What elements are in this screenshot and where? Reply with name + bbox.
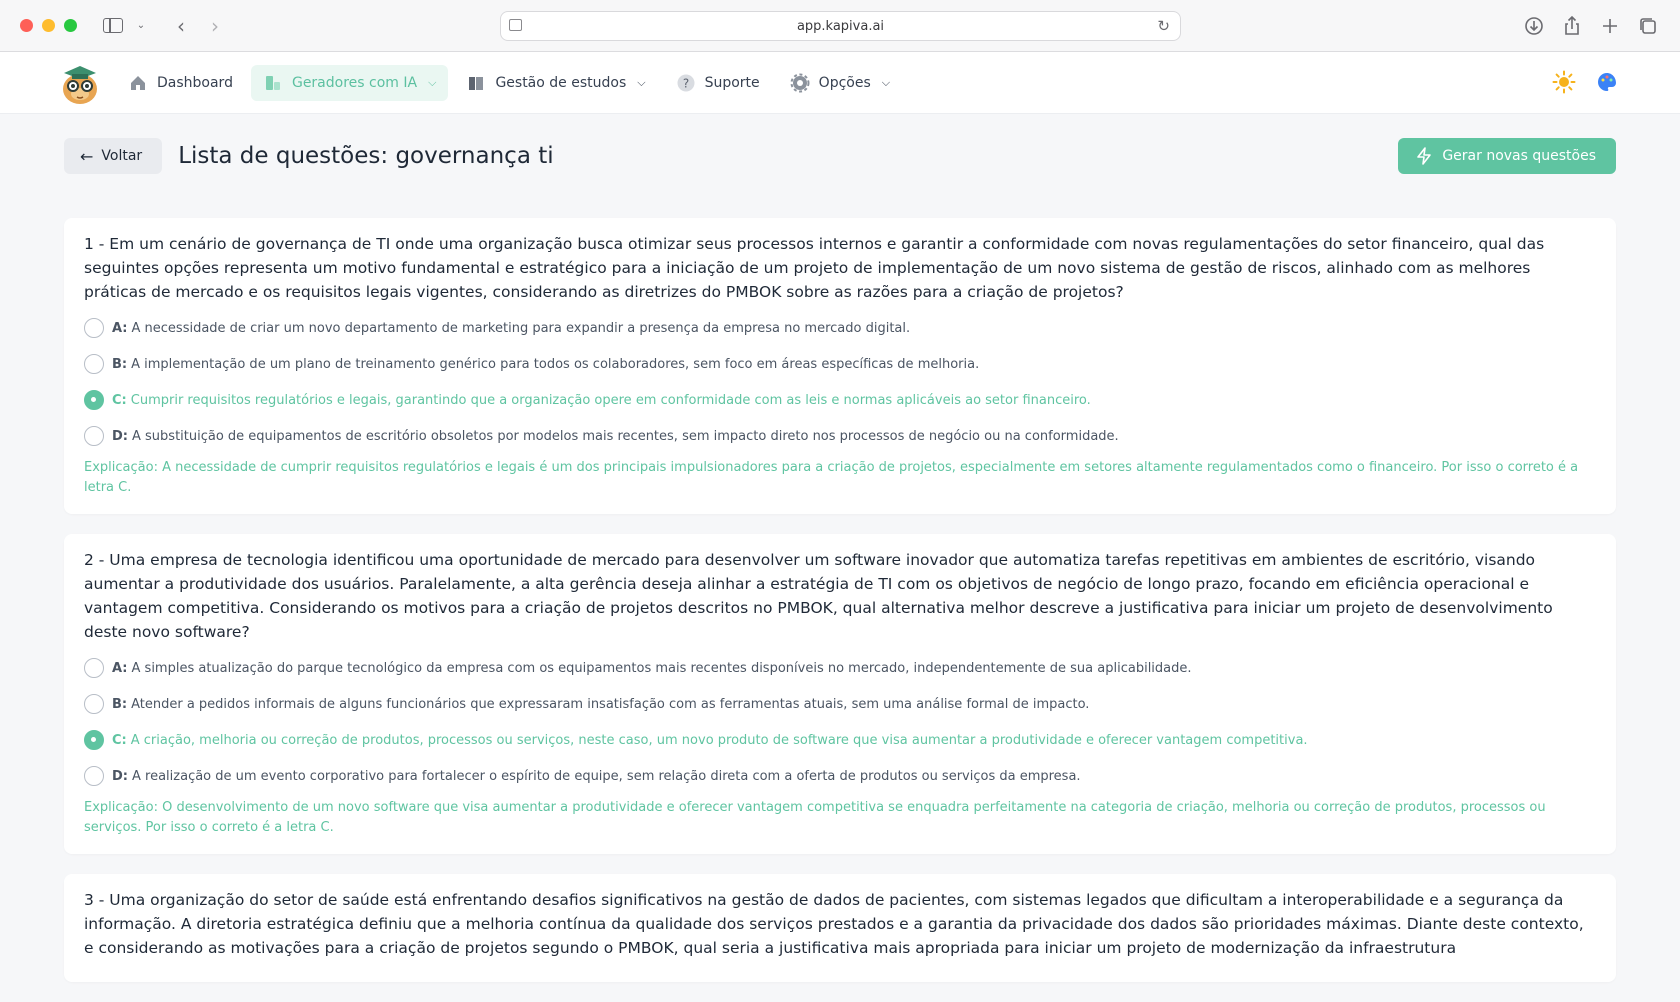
question-text: 3 - Uma organização do setor de saúde es… [84,891,1584,957]
option-d[interactable]: D: A substituição de equipamentos de esc… [84,418,1596,454]
svg-text:?: ? [682,76,688,90]
option-letter: D: [112,768,128,784]
sun-icon[interactable] [1552,70,1576,94]
nav-item-suporte[interactable]: ? Suporte [664,65,772,101]
nav-item-label: Geradores com IA [291,74,418,91]
ai-generator-icon [265,75,280,90]
back-button[interactable]: ← Voltar [64,138,163,174]
nav-actions [1552,70,1618,94]
option-c[interactable]: C: A criação, melhoria ou correção de pr… [84,722,1596,758]
chevron-down-icon: ⌵ [428,75,437,89]
option-b[interactable]: B: Atender a pedidos informais de alguns… [84,686,1596,722]
radio-button-selected[interactable] [84,390,104,410]
nav-item-label: Dashboard [157,74,233,91]
nav-item-geradores[interactable]: Geradores com IA ⌵ [250,64,449,101]
nav-item-label: Gestão de estudos [495,74,627,91]
chevron-down-icon[interactable]: ⌄ [127,12,155,40]
generate-questions-button[interactable]: Gerar novas questões [1398,138,1616,174]
explanation-text: Explicação: O desenvolvimento de um novo… [84,800,1546,835]
app-navbar: Dashboard Geradores com IA ⌵ Gestão de e… [0,52,1680,114]
option-letter: B: [112,356,128,372]
option-letter: A: [112,320,128,336]
radio-button[interactable] [84,426,104,446]
back-arrow-icon[interactable]: ‹ [167,12,195,40]
chevron-down-icon: ⌵ [637,75,646,89]
nav-item-gestao[interactable]: Gestão de estudos ⌵ [454,65,657,101]
minimize-window-button[interactable] [42,19,55,32]
option-a[interactable]: A: A simples atualização do parque tecno… [84,650,1596,686]
question-text: 2 - Uma empresa de tecnologia identifico… [84,551,1553,641]
page-header: ← Voltar Lista de questões: governança t… [64,138,1616,174]
url-text: app.kapiva.ai [796,18,885,34]
lightning-icon [1417,147,1432,165]
option-letter: C: [112,732,127,748]
option-letter: B: [112,696,128,712]
option-text: A substituição de equipamentos de escrit… [132,428,1119,444]
option-text: Cumprir requisitos regulatórios e legais… [130,392,1091,408]
option-letter: A: [112,660,128,676]
window-controls [20,19,77,32]
option-letter: C: [112,392,127,408]
radio-button[interactable] [84,354,104,374]
reload-icon[interactable]: ↻ [1157,17,1170,35]
book-icon [469,76,484,90]
zoom-window-button[interactable] [64,19,77,32]
address-bar[interactable]: app.kapiva.ai ↻ [500,11,1181,41]
option-d[interactable]: D: A realização de um evento corporativo… [84,758,1596,794]
option-b[interactable]: B: A implementação de um plano de treina… [84,346,1596,382]
question-card: 2 - Uma empresa de tecnologia identifico… [64,534,1616,854]
palette-icon[interactable] [1596,71,1618,93]
tab-overview-icon[interactable] [1634,12,1662,40]
arrow-left-icon: ← [80,146,94,166]
option-text: A necessidade de criar um novo departame… [131,320,911,336]
option-text: A simples atualização do parque tecnológ… [131,660,1192,676]
back-button-label: Voltar [101,148,143,164]
question-card: 3 - Uma organização do setor de saúde es… [64,874,1616,982]
radio-button[interactable] [84,318,104,338]
home-icon [131,75,145,90]
questions-list: 1 - Em um cenário de governança de TI on… [64,218,1616,1002]
browser-toolbar: ⌄ ‹ › app.kapiva.ai ↻ [0,0,1680,52]
question-card: 1 - Em um cenário de governança de TI on… [64,218,1616,514]
share-icon[interactable] [1558,12,1586,40]
download-icon[interactable] [1520,12,1548,40]
close-window-button[interactable] [20,19,33,32]
explanation-text: Explicação: A necessidade de cumprir req… [84,460,1579,495]
option-letter: D: [112,428,128,444]
browser-actions [1520,12,1662,40]
option-text: A realização de um evento corporativo pa… [132,768,1081,784]
question-text: 1 - Em um cenário de governança de TI on… [84,235,1545,301]
new-tab-icon[interactable] [1596,12,1624,40]
nav-item-label: Suporte [704,74,760,91]
radio-button[interactable] [84,766,104,786]
page-title: Lista de questões: governança ti [178,143,554,169]
option-a[interactable]: A: A necessidade de criar um novo depart… [84,310,1596,346]
nav-item-dashboard[interactable]: Dashboard [116,65,245,101]
radio-button[interactable] [84,694,104,714]
site-settings-icon[interactable] [509,19,522,31]
option-c[interactable]: C: Cumprir requisitos regulatórios e leg… [84,382,1596,418]
option-text: A implementação de um plano de treinamen… [131,356,980,372]
gear-icon [790,73,810,92]
chevron-down-icon: ⌵ [881,75,891,89]
option-text: Atender a pedidos informais de alguns fu… [131,696,1090,712]
sidebar-toggle-icon[interactable] [103,18,123,33]
radio-button-selected[interactable] [84,730,104,750]
generate-button-label: Gerar novas questões [1442,148,1596,164]
nav-item-opcoes[interactable]: Opções ⌵ [778,65,902,101]
radio-button[interactable] [84,658,104,678]
option-text: A criação, melhoria ou correção de produ… [130,732,1308,748]
kapiva-logo[interactable] [60,61,100,105]
nav-item-label: Opções [818,74,871,91]
forward-arrow-icon[interactable]: › [201,12,229,40]
help-icon: ? [677,74,695,91]
